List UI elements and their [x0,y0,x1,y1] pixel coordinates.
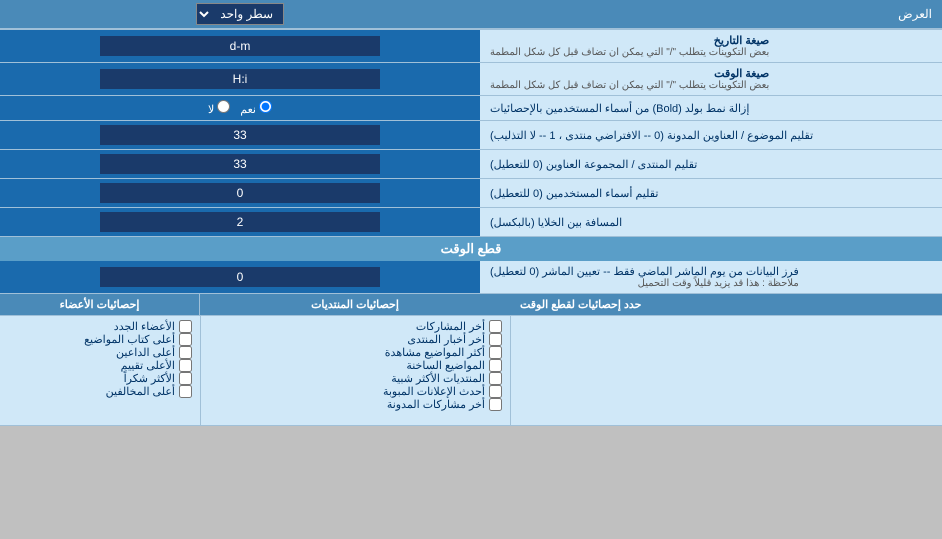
date-format-input[interactable] [100,36,380,56]
spacing-input[interactable] [100,212,380,232]
stats-left-header: إحصائيات الأعضاء [60,298,140,311]
date-format-label: صيغة التاريخ بعض التكوينات يتطلب "/" الت… [480,30,942,62]
section-title: العرض [480,3,942,25]
forum-titles-input-container [0,150,480,178]
bold-remove-no-label[interactable]: لا [208,100,230,116]
cutoff-input[interactable] [100,267,380,287]
cutoff-input-container [0,261,480,293]
stat-top-violators[interactable]: أعلى المخالفين [8,385,192,398]
forum-titles-input[interactable] [100,154,380,174]
bold-remove-yes-label[interactable]: نعم [240,100,272,116]
date-format-input-container [0,30,480,62]
bold-remove-no-radio[interactable] [217,100,230,113]
stat-hot-topics[interactable]: المواضيع الساخنة [209,359,502,372]
stat-most-thanks[interactable]: الأكثر شكراً [8,372,192,385]
stat-most-viewed[interactable]: أكثر المواضيع مشاهدة [209,346,502,359]
stat-similar-forums[interactable]: المنتديات الأكثر شبية [209,372,502,385]
stat-blog-posts[interactable]: أخر مشاركات المدونة [209,398,502,411]
usernames-input[interactable] [100,183,380,203]
usernames-input-container [0,179,480,207]
stat-top-inviters[interactable]: أعلى الداعين [8,346,192,359]
forum-titles-label: تقليم المنتدى / المجموعة العناوين (0 للت… [480,150,942,178]
topic-titles-input[interactable] [100,125,380,145]
time-format-input[interactable] [100,69,380,89]
topic-titles-label: تقليم الموضوع / العناوين المدونة (0 -- ا… [480,121,942,149]
cutoff-section-header: قطع الوقت [441,241,502,256]
stats-middle-area: أخر المشاركات أخر أخبار المنتدى أكثر الم… [200,316,510,425]
cutoff-label: فرز البيانات من يوم الماشر الماضي فقط --… [480,261,942,293]
spacing-label: المسافة بين الخلايا (بالبكسل) [480,208,942,236]
display-dropdown[interactable]: سطر واحد سطرين ثلاثة أسطر [196,3,284,25]
stats-right-area [510,316,942,425]
usernames-label: تقليم أسماء المستخدمين (0 للتعطيل) [480,179,942,207]
bold-remove-yes-radio[interactable] [259,100,272,113]
time-format-label: صيغة الوقت بعض التكوينات يتطلب "/" التي … [480,63,942,95]
stat-last-posts[interactable]: أخر المشاركات [209,320,502,333]
topic-titles-input-container [0,121,480,149]
stats-section-header: حدد إحصائيات لقطع الوقت [510,294,942,315]
spacing-input-container [0,208,480,236]
stat-forum-news[interactable]: أخر أخبار المنتدى [209,333,502,346]
bold-remove-label: إزالة نمط بولد (Bold) من أسماء المستخدمي… [480,96,942,120]
stat-top-writers[interactable]: أعلى كتاب المواضيع [8,333,192,346]
stat-highest-rated[interactable]: الأعلى تقييم [8,359,192,372]
bold-remove-options: نعم لا [0,96,480,120]
stat-latest-ads[interactable]: أحدث الإعلانات المبوبة [209,385,502,398]
time-format-input-container [0,63,480,95]
stat-new-members[interactable]: الأعضاء الجدد [8,320,192,333]
stats-left-area: الأعضاء الجدد أعلى كتاب المواضيع أعلى ال… [0,316,200,425]
stats-middle-header: إحصائيات المنتديات [311,298,399,311]
